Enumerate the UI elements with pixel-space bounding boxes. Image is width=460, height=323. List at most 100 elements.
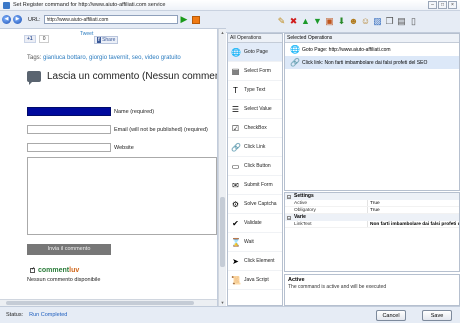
email-label: Email (will not be published) (required) (114, 126, 208, 133)
no-comments-text: Nessun commento disponibile (27, 277, 101, 283)
edit-icon[interactable]: ✎ (276, 16, 287, 27)
status-bar: Status: Run Completed Cancel Save (0, 306, 460, 323)
operation-label: Java Script (244, 277, 269, 283)
website-row: Website (27, 143, 134, 152)
property-obligatory[interactable]: Obligatory True (285, 207, 459, 214)
submit-icon: ✉ (232, 180, 239, 190)
stop-icon[interactable] (191, 15, 200, 24)
share-button[interactable]: f Share (94, 36, 119, 44)
selected-operation-item[interactable]: 🔗 Click link: Non farti imbambolare dai f… (285, 56, 459, 69)
url-input[interactable] (43, 15, 178, 24)
vertical-scrollbar[interactable]: ▲ ▼ (218, 29, 226, 306)
operation-label: Submit Form (244, 182, 273, 188)
paste-icon[interactable]: ▤ (396, 16, 407, 27)
name-field[interactable] (27, 107, 111, 116)
tags-line: Tags: gianluca bottaro, giorgio tavernit… (27, 55, 181, 61)
user-add-icon[interactable]: ☺ (360, 16, 371, 27)
comment-textarea[interactable] (27, 157, 217, 235)
app-icon (3, 1, 10, 9)
tags-links[interactable]: gianluca bottaro, giorgio tavernit, seo,… (43, 55, 181, 61)
selected-operation-label: Click link: Non farti imbambolare dai fa… (302, 59, 428, 66)
checkbox-icon: ☑ (231, 123, 240, 133)
operation-label: Click Link (244, 144, 266, 150)
email-field[interactable] (27, 125, 111, 134)
save-button[interactable]: Save (422, 310, 452, 321)
comment-heading: Lascia un commento (Nessun commento f (27, 71, 218, 85)
operation-item[interactable]: 📜 Java Script (228, 271, 282, 290)
tweet-link[interactable]: Tweet (80, 31, 93, 37)
operation-item[interactable]: ✔ Validate (228, 214, 282, 233)
horizontal-scrollbar[interactable] (0, 299, 217, 306)
browser-bar: ◀ ▶ URL: ▶ (0, 11, 226, 29)
misc-category[interactable]: − Varie (285, 214, 459, 221)
operation-item[interactable]: ⚙ Solve Captcha (228, 195, 282, 214)
property-active[interactable]: Active True (285, 200, 459, 207)
commentluv-row: commentluv (30, 266, 79, 274)
social-bar: +1 0 (24, 35, 50, 43)
image-icon[interactable]: ▨ (372, 16, 383, 27)
operation-item[interactable]: 🔗 Click Link (228, 138, 282, 157)
share-label: Share (102, 37, 116, 43)
facebook-icon: f (97, 37, 101, 43)
operation-item[interactable]: ☑ CheckBox (228, 119, 282, 138)
like-count: 0 (38, 35, 50, 43)
maximize-icon[interactable]: □ (438, 1, 447, 9)
link-icon: 🔗 (290, 58, 300, 67)
forward-icon[interactable]: ▶ (13, 15, 22, 24)
cancel-button[interactable]: Cancel (376, 310, 406, 321)
tags-label: Tags: (27, 55, 42, 61)
operation-item[interactable]: ➤ Click Element (228, 252, 282, 271)
selected-operation-item[interactable]: 🌐 Goto Page: http://www.aiuto-affiliati.c… (285, 43, 459, 56)
description-title: Active (288, 277, 305, 283)
operation-label: Click Element (244, 258, 275, 264)
collapse-icon[interactable]: − (287, 215, 291, 220)
document-icon[interactable]: ▯ (408, 16, 419, 27)
like-button[interactable]: +1 (24, 35, 36, 43)
window-icon[interactable]: ▣ (324, 16, 335, 27)
scroll-up-icon[interactable]: ▲ (219, 29, 226, 36)
web-view[interactable]: +1 0 Tweet f Share Tags: gianluca bottar… (0, 29, 218, 306)
operation-item[interactable]: ▭ Click Button (228, 157, 282, 176)
close-icon[interactable]: × (448, 1, 457, 9)
operation-item[interactable]: ✉ Submit Form (228, 176, 282, 195)
comment-heading-text: Lascia un commento (Nessun commento f (47, 71, 218, 82)
minimize-icon[interactable]: – (428, 1, 437, 9)
link-icon: 🔗 (231, 142, 241, 152)
operation-item[interactable]: ⌛ Wait (228, 233, 282, 252)
property-linktext[interactable]: LinkText Non farti imbambolare dai falsi… (285, 221, 459, 228)
hourglass-icon: ⌛ (231, 237, 241, 247)
delete-icon[interactable]: ✖ (288, 16, 299, 27)
submit-comment-button[interactable]: Invia il commento (27, 244, 111, 255)
collapse-icon[interactable]: − (287, 194, 291, 199)
selected-operations-header: Selected Operations (285, 34, 459, 43)
copy-icon[interactable]: ❐ (384, 16, 395, 27)
operation-label: Validate (244, 220, 262, 226)
property-grid: − Settings Active True Obligatory True − V… (284, 192, 460, 272)
operation-label: Select Form (244, 68, 271, 74)
back-icon[interactable]: ◀ (2, 15, 11, 24)
scroll-thumb[interactable] (220, 197, 225, 267)
settings-category[interactable]: − Settings (285, 193, 459, 200)
go-icon[interactable]: ▶ (181, 15, 190, 24)
operation-item[interactable]: T Type Text (228, 81, 282, 100)
operation-label: Solve Captcha (244, 201, 277, 207)
selected-operation-label: Goto Page: http://www.aiuto-affiliati.co… (302, 46, 391, 53)
all-operations-header: All Operations (228, 34, 282, 43)
operation-item[interactable]: ☰ Select Value (228, 100, 282, 119)
move-down-icon[interactable]: ▼ (312, 16, 323, 27)
scroll-thumb[interactable] (6, 301, 194, 305)
toolbar: ✎ ✖ ▲ ▼ ▣ ⬇ ☻ ☺ ▨ ❐ ▤ ▯ (226, 11, 460, 33)
move-up-icon[interactable]: ▲ (300, 16, 311, 27)
website-field[interactable] (27, 143, 111, 152)
download-icon[interactable]: ⬇ (336, 16, 347, 27)
status-value: Run Completed (29, 312, 68, 318)
scroll-down-icon[interactable]: ▼ (219, 299, 226, 306)
commentluv-checkbox[interactable] (30, 266, 35, 273)
operation-item[interactable]: 🌐 Goto Page (228, 43, 282, 62)
operation-item[interactable]: ▤ Select Form (228, 62, 282, 81)
users-icon[interactable]: ☻ (348, 16, 359, 27)
website-label: Website (114, 144, 134, 151)
title-bar: Set Register command for http://www.aiut… (0, 0, 460, 11)
text-icon: T (233, 85, 238, 95)
selected-operations-panel: Selected Operations 🌐 Goto Page: http://w… (284, 33, 460, 191)
